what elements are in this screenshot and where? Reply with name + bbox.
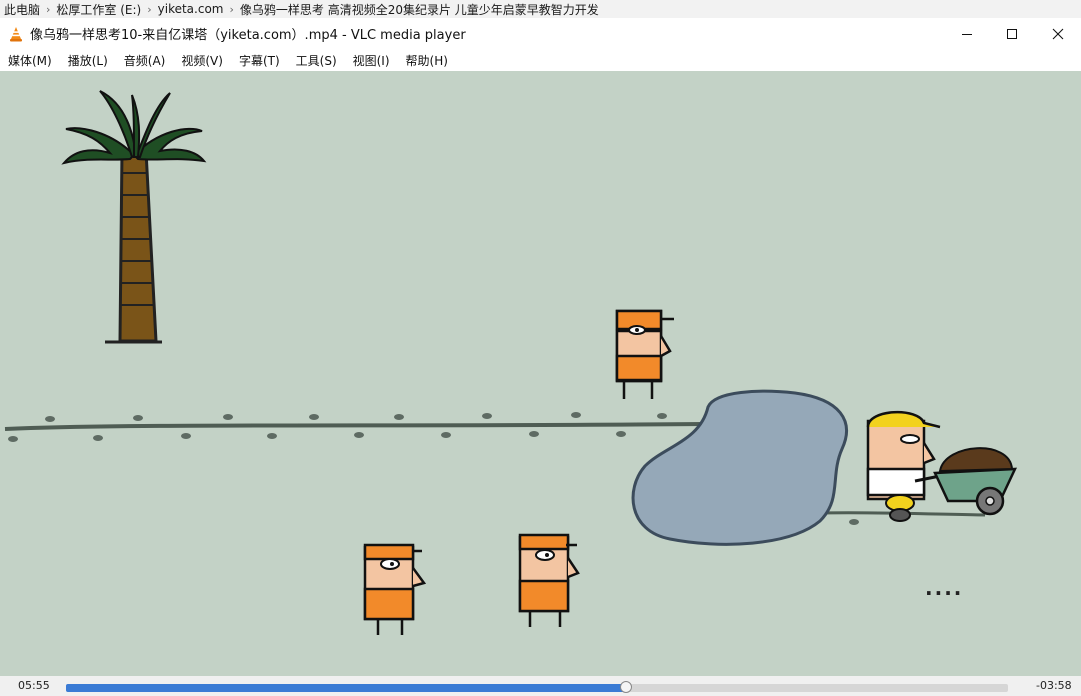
worker-figure (518, 533, 580, 627)
breadcrumb-item-subfolder[interactable]: 像乌鸦一样思考 高清视频全20集纪录片 儿童少年启蒙早教智力开发 (236, 1, 603, 18)
seek-progress (66, 684, 627, 692)
breadcrumb-item-this-pc[interactable]: 此电脑 (0, 1, 44, 18)
close-button[interactable] (1035, 18, 1081, 49)
video-frame[interactable]: .... (0, 71, 1081, 676)
palm-tree (61, 90, 207, 344)
breadcrumb-item-drive[interactable]: 松厚工作室 (E:) (52, 1, 145, 18)
maximize-button[interactable] (989, 18, 1035, 49)
worker-figure (615, 309, 674, 399)
menu-audio[interactable]: 音频(A) (116, 52, 174, 69)
chevron-right-icon: › (147, 2, 152, 16)
menu-view[interactable]: 视图(I) (345, 52, 398, 69)
chevron-right-icon: › (229, 2, 234, 16)
seek-handle[interactable] (620, 681, 633, 693)
breadcrumb: 此电脑 › 松厚工作室 (E:) › yiketa.com › 像乌鸦一样思考 … (0, 0, 1081, 18)
menu-playback[interactable]: 播放(L) (60, 52, 116, 69)
remaining-time[interactable]: -03:58 (1036, 679, 1072, 692)
worker-figure (363, 543, 427, 635)
subtitle-text: .... (925, 576, 964, 600)
breadcrumb-item-folder[interactable]: yiketa.com (154, 2, 228, 16)
menu-help[interactable]: 帮助(H) (398, 52, 456, 69)
vlc-cone-icon (10, 26, 22, 41)
menu-tools[interactable]: 工具(S) (288, 52, 345, 69)
window-title: 像乌鸦一样思考10-来自亿课塔（yiketa.com）.mp4 - VLC me… (30, 28, 466, 43)
chevron-right-icon: › (46, 2, 51, 16)
menu-media[interactable]: 媒体(M) (0, 52, 60, 69)
cartoon-scene (4, 90, 1018, 635)
minimize-icon (962, 33, 972, 35)
menu-bar: 媒体(M) 播放(L) 音频(A) 视频(V) 字幕(T) 工具(S) 视图(I… (0, 49, 1081, 71)
title-bar: 像乌鸦一样思考10-来自亿课塔（yiketa.com）.mp4 - VLC me… (0, 18, 1081, 49)
maximize-icon (1007, 28, 1017, 39)
elapsed-time: 05:55 (18, 679, 50, 692)
worker-with-wheelbarrow (866, 411, 1018, 522)
close-icon (1052, 28, 1064, 39)
minimize-button[interactable] (944, 18, 990, 49)
menu-subtitle[interactable]: 字幕(T) (231, 52, 288, 69)
menu-video[interactable]: 视频(V) (173, 52, 231, 69)
seek-bar[interactable] (66, 681, 1008, 693)
